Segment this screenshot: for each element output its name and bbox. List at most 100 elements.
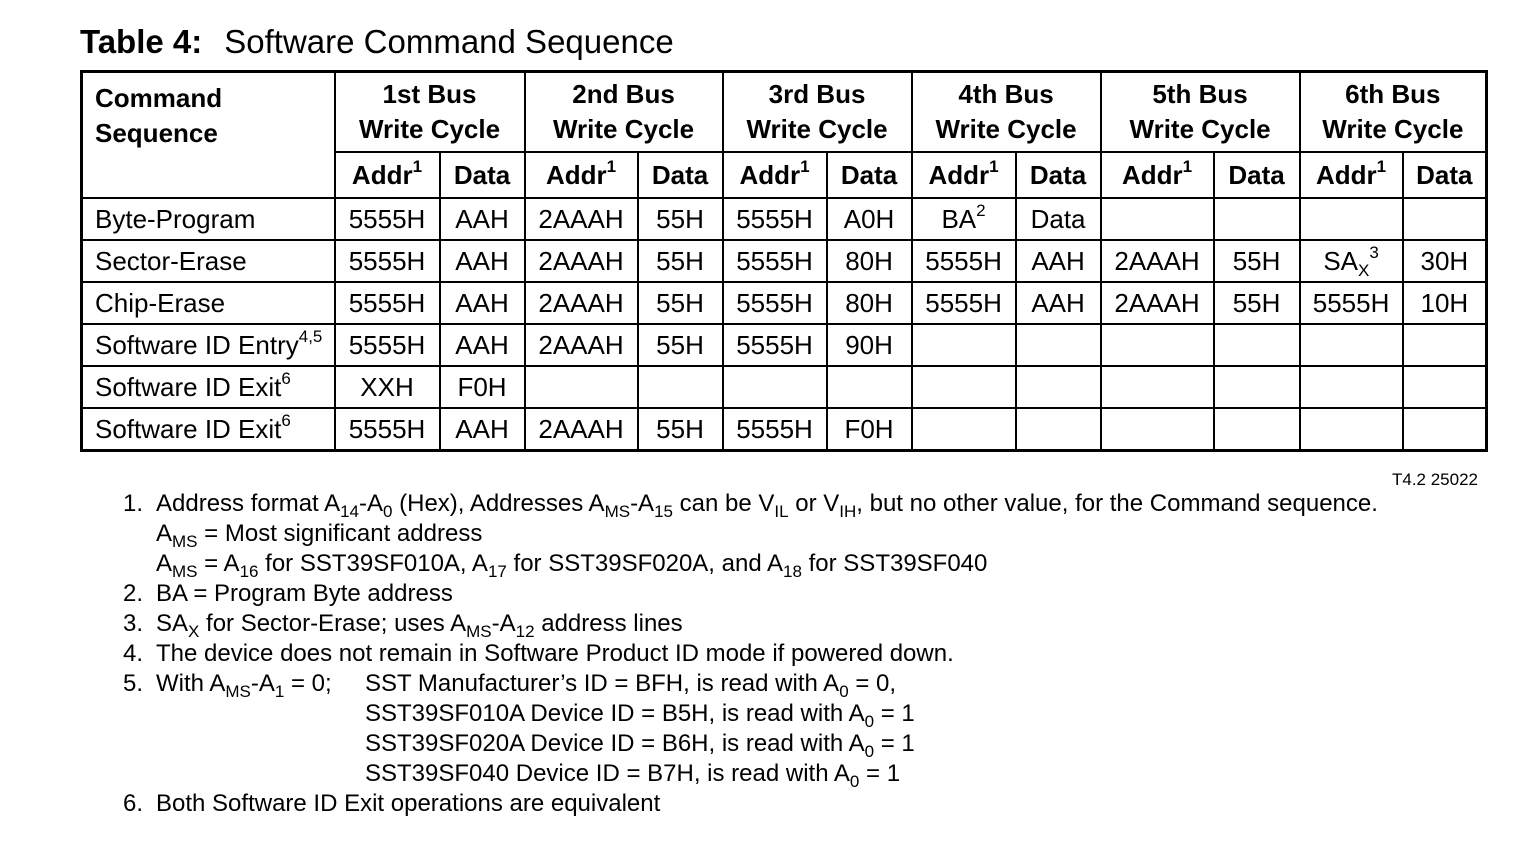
- bus-cycle-header-4: 4th Bus Write Cycle: [910, 70, 1102, 153]
- bus-cycle-title: 6th Bus: [1345, 79, 1441, 109]
- data-column-header: Data: [825, 151, 913, 199]
- datasheet-page: Table 4: Software Command Sequence Comman…: [0, 0, 1540, 847]
- table-row: Software ID Exit6 XXH F0H: [80, 365, 1488, 409]
- data-cell: [636, 365, 724, 409]
- cell-value: AAH: [1031, 287, 1085, 318]
- addr-label: Addr: [1121, 159, 1183, 190]
- table-row: Chip-Erase 5555H AAH 2AAAH 55H 5555H 80H 5555H A…: [80, 281, 1488, 325]
- text-segment: The device does not remain in Software P…: [156, 640, 954, 667]
- addr-cell: [1298, 407, 1404, 452]
- data-cell: [1401, 407, 1488, 452]
- table-title-label: Table 4:: [80, 23, 203, 60]
- footnote-ref: 2: [976, 200, 986, 220]
- data-cell: A0H: [825, 197, 913, 241]
- addr-cell: [910, 365, 1017, 409]
- subscript: 0: [864, 711, 875, 731]
- addr-cell: 5555H: [333, 407, 441, 452]
- cell-value: 80H: [845, 287, 893, 318]
- data-column-header: Data: [438, 151, 526, 199]
- command-header-line2: Sequence: [95, 118, 218, 148]
- addr-cell: [1099, 365, 1215, 409]
- text-segment: -A: [491, 610, 516, 637]
- cell-value: 55H: [1232, 287, 1281, 318]
- cell-value: 5555H: [736, 203, 813, 234]
- cell-value: Data: [1030, 203, 1086, 234]
- footnote-1-line-3: AMS = A16 for SST39SF010A, A17 for SST39…: [123, 549, 1378, 581]
- addr-cell: 2AAAH: [1099, 239, 1215, 283]
- cell-value: 2AAAH: [1114, 245, 1200, 276]
- cell-value: SA: [1323, 245, 1359, 276]
- addr-cell: XXH: [333, 365, 441, 409]
- command-name: Byte-Program: [80, 197, 336, 241]
- command-label: Chip-Erase: [95, 287, 226, 318]
- cell-value: 5555H: [348, 287, 426, 318]
- data-cell: 80H: [825, 239, 913, 283]
- table-row: Byte-Program 5555H AAH 2AAAH 55H 5555H A0H BA2 D…: [80, 197, 1488, 241]
- software-command-sequence-table: Command Sequence 1st Bus Write Cycle 2nd …: [80, 70, 1489, 452]
- data-cell: AAH: [438, 407, 526, 452]
- device-id-line: SST39SF040 Device ID = B7H, is read with…: [365, 759, 915, 790]
- footnote-ref: 1: [1376, 156, 1387, 176]
- cell-value: 2AAAH: [1114, 287, 1200, 318]
- addr-label: Addr: [739, 159, 801, 190]
- text-segment: (Hex), Addresses A: [392, 490, 605, 517]
- footnote-number: 6.: [123, 790, 144, 817]
- data-cell: 55H: [1212, 281, 1301, 325]
- footnote-ref: 1: [412, 156, 423, 176]
- footnote-ref: 1: [1182, 156, 1193, 176]
- footnote-4: 4. The device does not remain in Softwar…: [123, 639, 1378, 669]
- cell-value: 5555H: [348, 245, 426, 276]
- subscript: MS: [225, 681, 251, 701]
- data-cell: [1401, 197, 1488, 241]
- cell-value: 2AAAH: [538, 245, 624, 276]
- text-segment: -A: [359, 490, 383, 517]
- subscript: 15: [654, 501, 673, 521]
- command-name: Software ID Entry4,5: [80, 323, 336, 367]
- cell-value: 5555H: [348, 413, 426, 444]
- bus-cycle-title: 1st Bus: [382, 79, 477, 109]
- command-header-line1: Command: [95, 83, 223, 113]
- table-body: Byte-Program 5555H AAH 2AAAH 55H 5555H A0H BA2 D…: [80, 197, 1488, 452]
- bus-cycle-title: 2nd Bus: [572, 79, 675, 109]
- bus-cycle-subtitle: Write Cycle: [935, 114, 1077, 144]
- footnote-number: 2.: [123, 580, 144, 607]
- data-column-header: Data: [1401, 151, 1488, 199]
- addr-cell: [1298, 197, 1404, 241]
- addr-column-header: Addr1: [523, 151, 639, 199]
- cell-value: 5555H: [736, 287, 813, 318]
- command-label: Software ID Exit: [95, 413, 282, 444]
- cell-value: 5555H: [736, 413, 813, 444]
- addr-label: Addr: [545, 159, 607, 190]
- addr-cell: 5555H: [333, 281, 441, 325]
- cell-value: F0H: [844, 413, 894, 444]
- footnote-number: 4.: [123, 640, 144, 667]
- text-segment: can be V: [672, 490, 775, 517]
- addr-cell: 5555H: [721, 323, 828, 367]
- cell-value: AAH: [455, 245, 509, 276]
- cell-value: AAH: [455, 287, 509, 318]
- cell-value: BA: [941, 203, 977, 234]
- text-segment: SST Manufacturer’s ID = BFH, is read wit…: [365, 670, 840, 697]
- text-segment: address lines: [534, 610, 683, 637]
- subscript: IL: [774, 501, 789, 521]
- subscript: 18: [783, 561, 802, 581]
- data-cell: 10H: [1401, 281, 1488, 325]
- footnote-text: Address format A14-A0 (Hex), Addresses A…: [156, 489, 1378, 521]
- footnote-ref: 6: [281, 368, 291, 388]
- text-segment: A: [156, 550, 173, 577]
- footnote-ref: 6: [281, 410, 291, 430]
- cell-value: 5555H: [348, 203, 426, 234]
- bus-cycle-header-6: 6th Bus Write Cycle: [1298, 70, 1488, 153]
- command-name: Software ID Exit6: [80, 365, 336, 409]
- footnote-3: 3. SAX for Sector-Erase; uses AMS-A12 ad…: [123, 609, 1378, 640]
- cell-value: 55H: [656, 329, 704, 360]
- addr-cell: 5555H: [333, 239, 441, 283]
- addr-column-header: Addr1: [1298, 151, 1404, 199]
- cell-value: 10H: [1420, 287, 1469, 318]
- addr-cell: 2AAAH: [523, 239, 639, 283]
- command-name: Sector-Erase: [80, 239, 336, 283]
- data-cell: F0H: [438, 365, 526, 409]
- cell-value: 55H: [1232, 245, 1281, 276]
- subscript: 0: [839, 681, 849, 701]
- subscript: IH: [839, 501, 857, 521]
